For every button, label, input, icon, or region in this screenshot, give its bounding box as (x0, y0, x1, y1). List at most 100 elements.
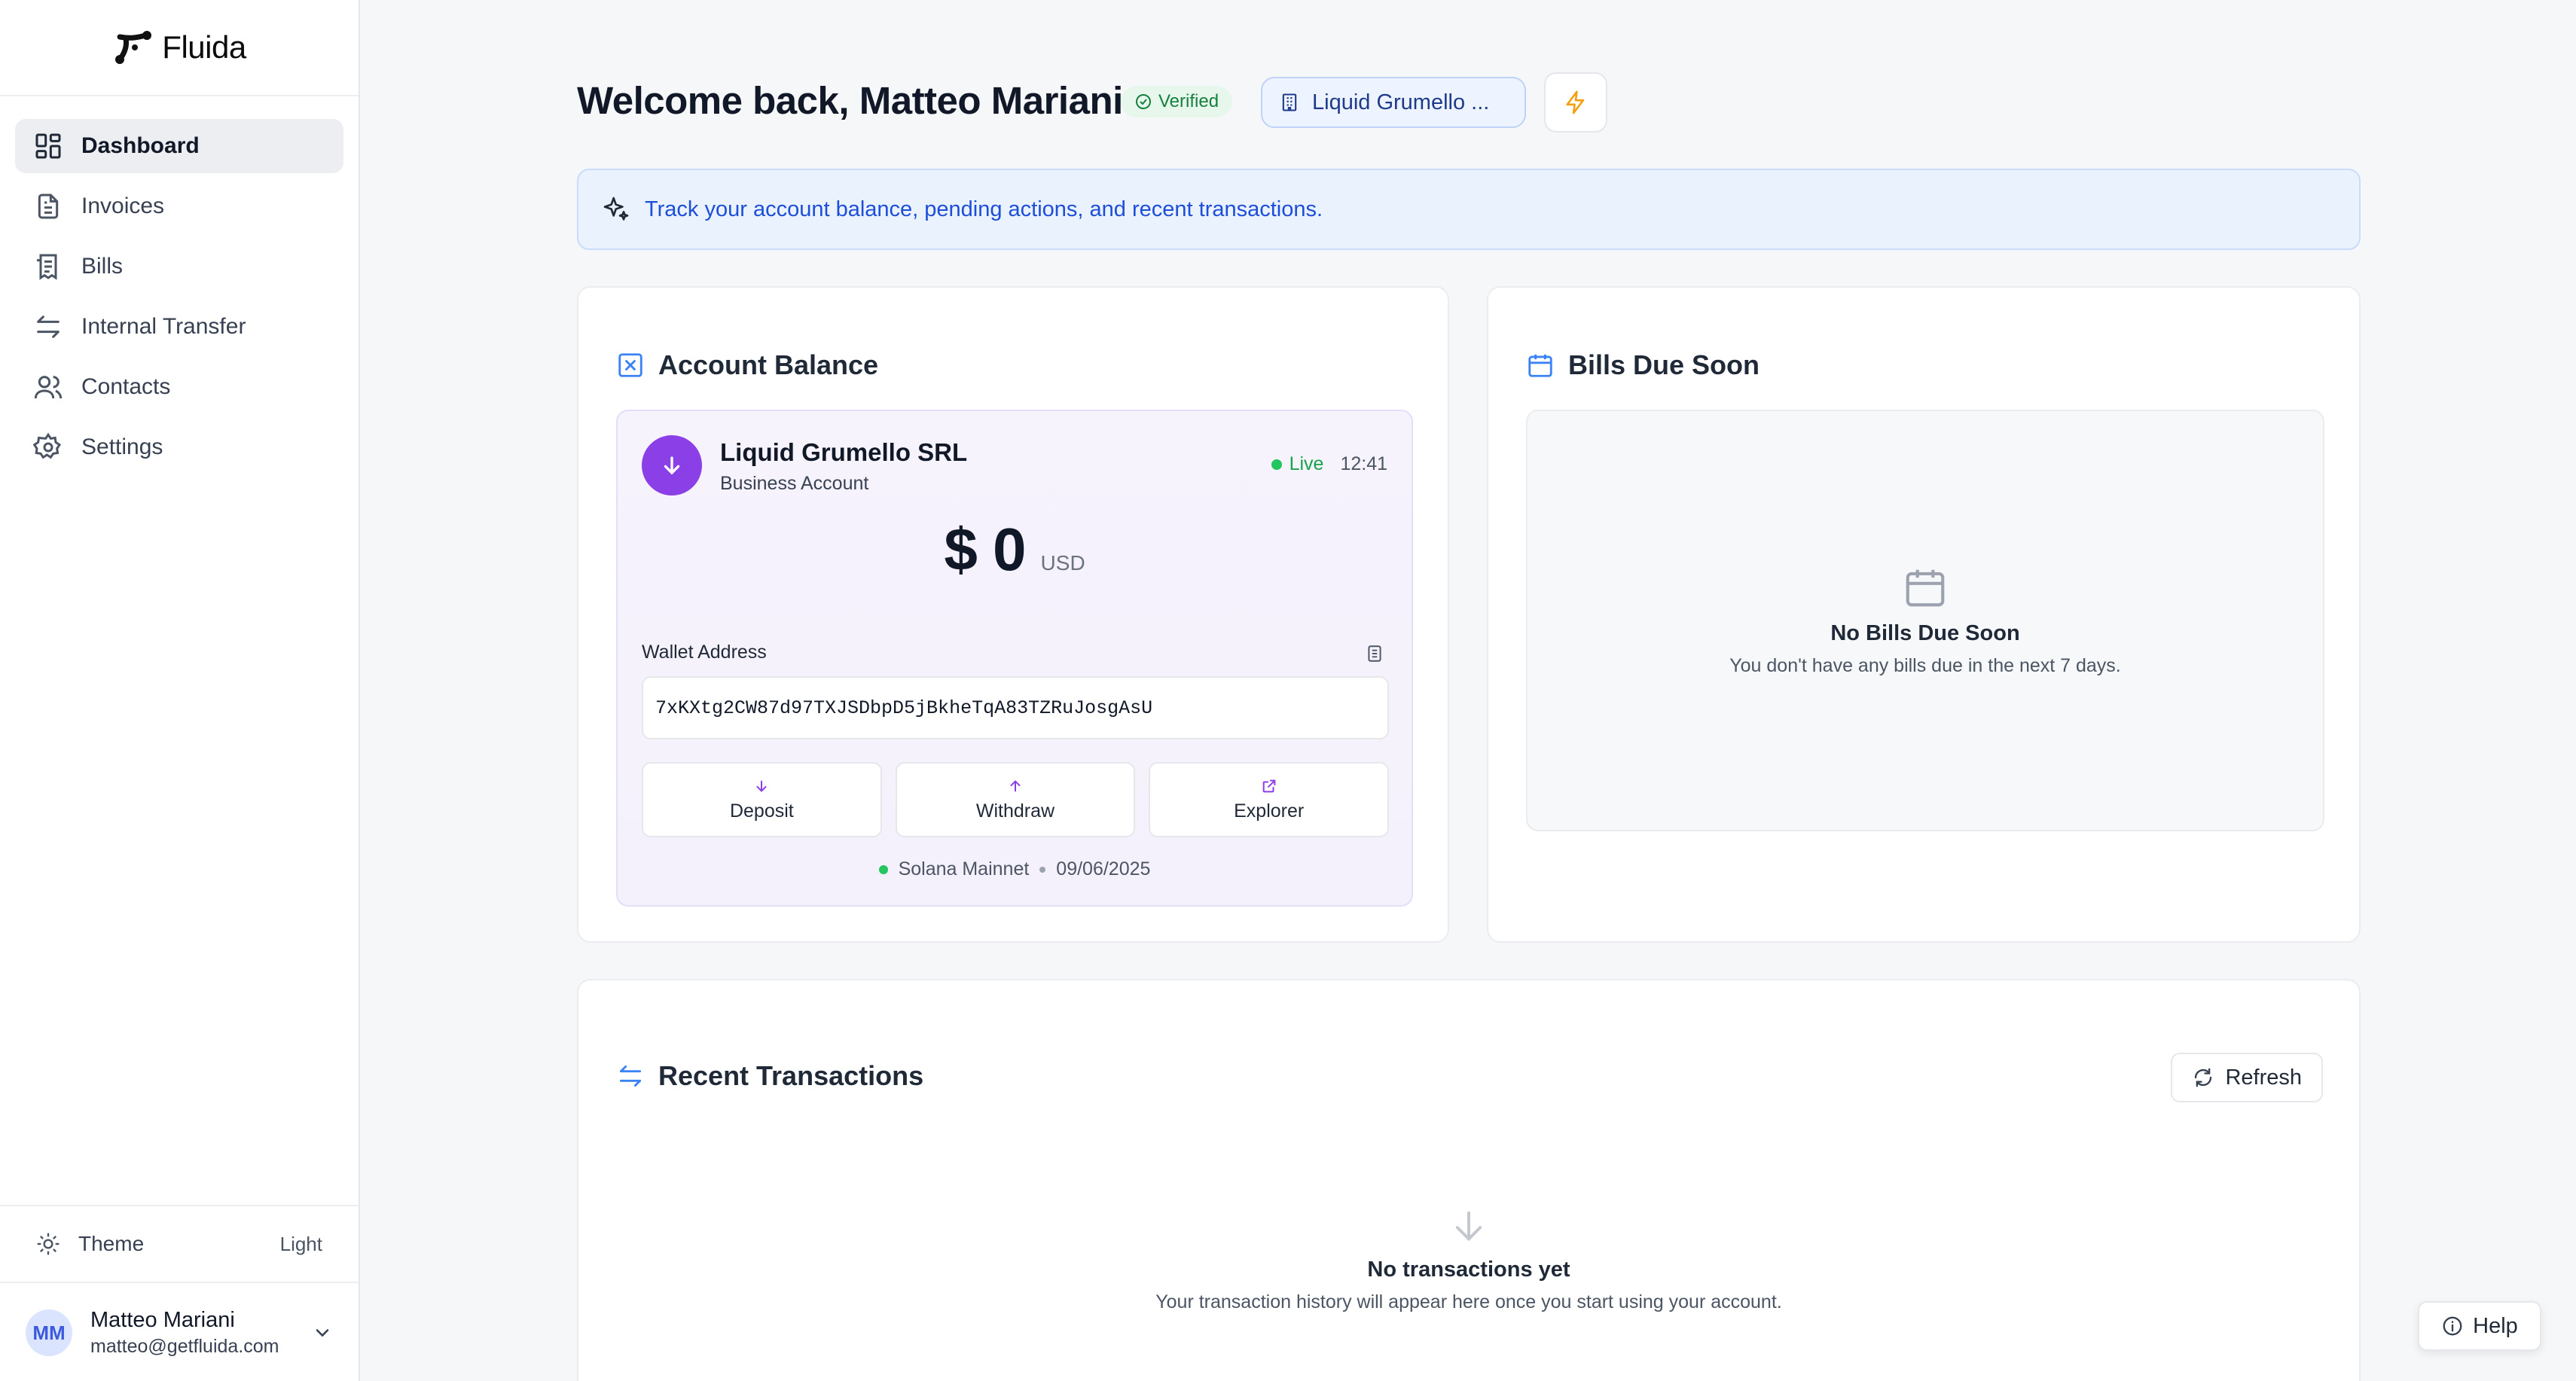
transfer-icon (619, 1065, 642, 1087)
explorer-label: Explorer (1234, 800, 1305, 822)
sidebar-item-bills[interactable]: Bills (15, 239, 343, 294)
user-name: Matteo Mariani (90, 1308, 235, 1332)
info-icon (2443, 1316, 2462, 1336)
sidebar-item-label: Invoices (81, 194, 165, 218)
sidebar-item-label: Contacts (81, 374, 171, 399)
sidebar-item-label: Internal Transfer (81, 314, 246, 339)
sidebar-item-internal-transfer[interactable]: Internal Transfer (15, 300, 343, 354)
verified-label: Verified (1158, 91, 1219, 111)
account-switcher[interactable]: Liquid Grumello ... (1261, 77, 1526, 128)
refresh-label: Refresh (2225, 1065, 2302, 1090)
sidebar-nav: Dashboard Invoices Bills Internal Transf… (0, 96, 359, 474)
sparkles-icon (603, 197, 629, 221)
recent-transactions-card: Recent Transactions Refresh No transacti… (577, 979, 2361, 1381)
arrow-down-icon (756, 780, 767, 792)
account-type: Business Account (720, 473, 869, 494)
calendar-icon (1906, 569, 1945, 607)
refresh-icon (2195, 1068, 2212, 1087)
sun-icon (37, 1233, 60, 1255)
bills-icon (37, 254, 57, 280)
arrow-down-icon (664, 456, 680, 475)
arrow-down-icon (1455, 1211, 1482, 1242)
network-name: Solana Mainnet (898, 858, 1030, 880)
withdraw-label: Withdraw (975, 800, 1055, 822)
user-email: matteo@getfluida.com (90, 1336, 279, 1357)
copy-icon[interactable] (1365, 643, 1384, 664)
wallet-actions: Deposit Withdraw Explorer (642, 762, 1390, 837)
banner-text: Track your account balance, pending acti… (645, 197, 1323, 221)
account-switcher-label: Liquid Grumello ... (1312, 90, 1490, 114)
transactions-empty-state: No transactions yet Your transaction his… (578, 1206, 2359, 1313)
separator-dot (1039, 866, 1046, 873)
quick-actions-button[interactable] (1544, 72, 1607, 133)
balance-currency: USD (1040, 551, 1085, 575)
avatar: MM (26, 1309, 72, 1356)
external-link-icon (1262, 779, 1276, 792)
explorer-button[interactable]: Explorer (1149, 762, 1390, 837)
card-title: Recent Transactions (616, 1060, 923, 1092)
sidebar-item-settings[interactable]: Settings (15, 420, 343, 474)
deposit-button[interactable]: Deposit (642, 762, 882, 837)
transactions-empty-title: No transactions yet (1367, 1258, 1570, 1282)
withdraw-button[interactable]: Withdraw (895, 762, 1136, 837)
sidebar-item-label: Settings (81, 434, 163, 459)
dashboard-icon (35, 133, 61, 159)
deposit-avatar (642, 435, 702, 495)
app-name: Fluida (162, 29, 246, 65)
transfer-icon (37, 316, 60, 338)
balance-value: $ 0 (944, 516, 1026, 583)
bills-empty-state: No Bills Due Soon You don't have any bil… (1526, 410, 2324, 831)
network-date: 09/06/2025 (1056, 858, 1151, 880)
fluida-logo-icon (115, 31, 152, 64)
company-name: Liquid Grumello SRL (720, 438, 968, 466)
calendar-icon (1528, 354, 1552, 377)
transactions-empty-subtitle: Your transaction history will appear her… (1155, 1291, 1782, 1312)
user-menu[interactable]: MM Matteo Mariani matteo@getfluida.com (0, 1285, 359, 1381)
balance-amount: $ 0 USD (618, 515, 1412, 584)
wallet-panel: Liquid Grumello SRL Business Account Liv… (616, 410, 1413, 907)
theme-value: Light (279, 1232, 322, 1255)
live-status: Live 12:41 (1271, 453, 1387, 475)
sidebar-item-contacts[interactable]: Contacts (15, 360, 343, 414)
refresh-button[interactable]: Refresh (2171, 1053, 2323, 1102)
live-time: 12:41 (1340, 453, 1387, 474)
gear-icon (33, 432, 62, 459)
account-balance-card: Account Balance Liquid Grumello SRL Busi… (577, 286, 1449, 943)
card-title: Bills Due Soon (1526, 349, 1760, 381)
sidebar-item-label: Bills (81, 254, 124, 279)
contacts-icon (34, 376, 63, 399)
account-balance-title: Account Balance (658, 349, 879, 380)
bills-empty-subtitle: You don't have any bills due in the next… (1729, 655, 2121, 676)
bills-due-card: Bills Due Soon No Bills Due Soon You don… (1487, 286, 2361, 943)
sidebar-item-invoices[interactable]: Invoices (15, 179, 343, 233)
chevron-down-icon[interactable] (312, 1322, 333, 1343)
bills-due-title: Bills Due Soon (1568, 349, 1760, 380)
bills-empty-title: No Bills Due Soon (1830, 621, 2020, 645)
wallet-icon (618, 353, 642, 377)
theme-toggle[interactable]: Theme Light (0, 1205, 359, 1283)
user-info: Matteo Mariani matteo@getfluida.com (90, 1308, 312, 1358)
network-status-dot (878, 864, 888, 874)
arrow-up-icon (1010, 779, 1021, 791)
help-label: Help (2473, 1313, 2518, 1338)
card-title: Account Balance (616, 349, 878, 381)
main-content: Welcome back, Matteo Mariani Verified Li… (360, 0, 2576, 1381)
wallet-address-label: Wallet Address (642, 642, 767, 663)
invoice-icon (38, 194, 59, 219)
theme-label: Theme (78, 1232, 145, 1255)
sidebar-item-label: Dashboard (81, 133, 200, 158)
wallet-address-field[interactable]: 7xKXtg2CW87d97TXJSDbpD5jBkheTqA83TZRuJos… (642, 676, 1389, 739)
check-circle-icon (1136, 94, 1151, 109)
recent-transactions-title: Recent Transactions (658, 1060, 924, 1091)
sidebar: Fluida Dashboard Invoices Bills Internal… (0, 0, 360, 1381)
page-title: Welcome back, Matteo Mariani (577, 79, 1123, 122)
lightning-icon (1566, 90, 1585, 114)
verified-badge: Verified (1121, 86, 1233, 117)
sidebar-item-dashboard[interactable]: Dashboard (15, 119, 343, 173)
help-button[interactable]: Help (2418, 1301, 2541, 1351)
info-banner: Track your account balance, pending acti… (577, 169, 2361, 250)
logo[interactable]: Fluida (0, 0, 359, 96)
deposit-label: Deposit (729, 800, 794, 822)
building-icon (1282, 93, 1297, 111)
live-label: Live (1289, 453, 1324, 474)
